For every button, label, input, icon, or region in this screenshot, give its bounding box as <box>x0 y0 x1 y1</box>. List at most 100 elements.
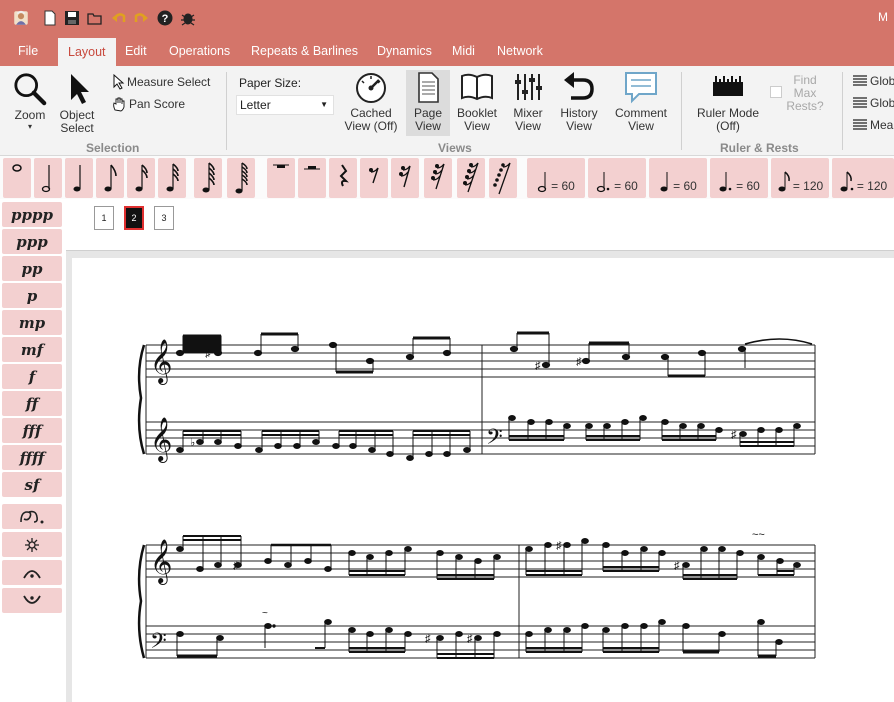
history-view-button[interactable]: History View <box>554 70 604 134</box>
global-option-1[interactable]: Glob <box>852 74 894 88</box>
window-title: M <box>878 10 888 24</box>
booklet-view-button[interactable]: Booklet View <box>452 70 502 134</box>
sixty-fourth-rest-button[interactable] <box>457 158 485 198</box>
svg-text:♯: ♯ <box>576 356 582 368</box>
cached-view-button[interactable]: Cached View (Off) <box>340 70 402 134</box>
whole-note-icon <box>12 164 22 172</box>
eighth-note-button[interactable] <box>96 158 124 198</box>
score-page[interactable]: 𝄞 𝄞 𝄢 𝄞 𝄢 ♯ ♯ ♯ ♭ ♯ ♯ ♯ ♯ ~~ ~ ♯ ♯ <box>72 258 894 702</box>
new-file-icon[interactable] <box>41 8 59 28</box>
whole-note-button[interactable] <box>3 158 31 198</box>
half-rest-button[interactable] <box>298 158 326 198</box>
one-twenty-eighth-note-button[interactable] <box>227 158 255 198</box>
save-icon[interactable] <box>63 8 81 28</box>
sixty-fourth-note-button[interactable] <box>194 158 222 198</box>
group-label-ruler: Ruler & Rests <box>720 141 799 155</box>
global-option-2-label: Glob <box>870 96 894 110</box>
page-view-button[interactable]: Page View <box>406 70 450 136</box>
menu-network[interactable]: Network <box>487 36 553 66</box>
thirty-second-rest-button[interactable] <box>424 158 452 198</box>
ruler-mode-button[interactable]: Ruler Mode (Off) <box>692 70 764 134</box>
dynamic-p-button[interactable]: p <box>2 283 62 308</box>
tempo-dotted-half-60-button[interactable]: = 60 <box>588 158 646 198</box>
redo-icon[interactable] <box>132 8 150 28</box>
sixty-fourth-rest-icon <box>463 162 479 193</box>
ruler-mode-label: Ruler Mode (Off) <box>696 106 760 133</box>
page-button-3[interactable]: 3 <box>154 206 174 230</box>
eighth-note-icon <box>104 164 117 192</box>
global-option-1-label: Glob <box>870 74 894 88</box>
eighth-rest-button[interactable] <box>360 158 388 198</box>
object-select-button[interactable]: Object Select <box>54 72 100 136</box>
tempo-half-60-button[interactable]: = 60 <box>527 158 585 198</box>
half-note-icon <box>537 172 547 193</box>
help-icon[interactable]: ? <box>156 8 174 28</box>
menu-layout[interactable]: Layout <box>58 38 116 66</box>
page-button-2[interactable]: 2 <box>124 206 144 230</box>
whole-rest-button[interactable] <box>267 158 295 198</box>
half-note-button[interactable] <box>34 158 62 198</box>
chevron-down-icon: ▼ <box>320 100 328 109</box>
sixteenth-note-button[interactable] <box>127 158 155 198</box>
dynamic-pppp-button[interactable]: pppp <box>2 202 62 227</box>
svg-text:♯: ♯ <box>425 633 431 645</box>
dynamic-fff-button[interactable]: fff <box>2 418 62 443</box>
dynamic-ffff-button[interactable]: ffff <box>2 445 62 470</box>
paper-size-select[interactable]: Letter ▼ <box>236 95 334 115</box>
quarter-rest-button[interactable] <box>329 158 357 198</box>
one-twenty-eighth-rest-button[interactable] <box>489 158 517 198</box>
dynamic-mf-button[interactable]: mf <box>2 337 62 362</box>
tempo-dotted-eighth-120-button[interactable]: = 120 <box>832 158 894 198</box>
sixteenth-rest-button[interactable] <box>391 158 419 198</box>
menu-operations[interactable]: Operations <box>159 36 240 66</box>
separator <box>681 72 682 150</box>
mixer-view-button[interactable]: Mixer View <box>506 70 550 134</box>
menu-file[interactable]: File <box>8 36 48 66</box>
separator <box>226 72 227 150</box>
menu-dynamics[interactable]: Dynamics <box>367 36 442 66</box>
dynamic-pp-button[interactable]: pp <box>2 256 62 281</box>
tempo-eighth-120-button[interactable]: = 120 <box>771 158 829 198</box>
pedal-button[interactable] <box>2 504 62 529</box>
dotted-eighth-note-icon <box>840 171 854 192</box>
score-notation: 𝄞 𝄞 𝄢 𝄞 𝄢 ♯ ♯ ♯ ♭ ♯ ♯ ♯ ♯ ~~ ~ ♯ ♯ <box>137 331 816 659</box>
thirty-second-note-icon <box>166 163 179 192</box>
svg-text:♯: ♯ <box>233 560 239 572</box>
thirty-second-note-button[interactable] <box>158 158 186 198</box>
comment-view-button[interactable]: Comment View <box>608 70 674 134</box>
measure-option[interactable]: Mea <box>852 118 893 132</box>
book-icon <box>461 73 493 101</box>
quarter-note-button[interactable] <box>65 158 93 198</box>
dynamic-ppp-button[interactable]: ppp <box>2 229 62 254</box>
bug-icon[interactable] <box>179 8 197 28</box>
fermata-button[interactable] <box>2 560 62 585</box>
tempo-quarter-60-button[interactable]: = 60 <box>649 158 707 198</box>
dynamic-f-button[interactable]: f <box>2 364 62 389</box>
measure-select-label: Measure Select <box>127 75 211 89</box>
global-option-2[interactable]: Glob <box>852 96 894 110</box>
measure-select-button[interactable]: Measure Select <box>111 74 210 90</box>
svg-text:♯: ♯ <box>674 560 680 572</box>
tempo-dotted-quarter-60-button[interactable]: = 60 <box>710 158 768 198</box>
open-folder-icon[interactable] <box>86 8 104 28</box>
menu-edit[interactable]: Edit <box>115 36 157 66</box>
title-bar: ? M <box>0 0 894 36</box>
find-max-rests-checkbox[interactable] <box>770 86 782 98</box>
dynamic-ff-button[interactable]: ff <box>2 391 62 416</box>
fermata-inverted-button[interactable] <box>2 588 62 613</box>
speedometer-icon <box>356 73 386 103</box>
dynamic-mp-button[interactable]: mp <box>2 310 62 335</box>
page-button-1[interactable]: 1 <box>94 206 114 230</box>
undo-icon[interactable] <box>110 8 128 28</box>
pedal-release-button[interactable] <box>2 532 62 557</box>
menu-repeats-barlines[interactable]: Repeats & Barlines <box>241 36 368 66</box>
menu-midi[interactable]: Midi <box>442 36 485 66</box>
page-view-label: Page View <box>413 106 443 133</box>
zoom-button[interactable]: Zoom ▾ <box>8 72 52 136</box>
history-view-label: History View <box>560 106 598 133</box>
separator <box>842 72 843 150</box>
app-logo-icon <box>8 5 34 31</box>
svg-text:♭: ♭ <box>190 437 195 449</box>
dynamic-sf-button[interactable]: sf <box>2 472 62 497</box>
pan-score-button[interactable]: Pan Score <box>111 96 185 112</box>
